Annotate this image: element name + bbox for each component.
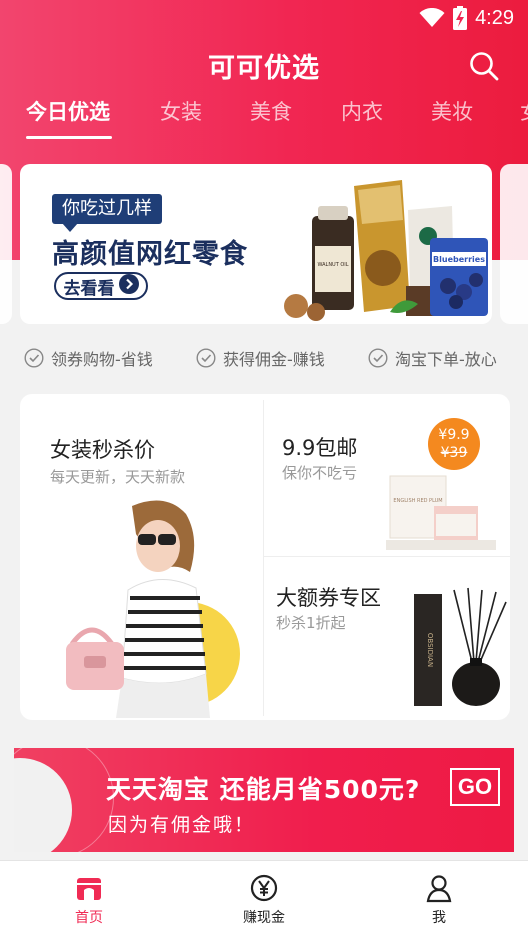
diffuser-label: OBSIDIAN (426, 633, 434, 667)
title-bar: 可可优选 (0, 40, 528, 92)
tab-food[interactable]: 美食 (250, 96, 292, 126)
search-icon[interactable] (468, 50, 500, 82)
benefit-save: 领券购物-省钱 (24, 346, 153, 370)
banner-view-button[interactable]: 去看看 (54, 272, 148, 300)
candle-label: ENGLISH RED PLUM (393, 498, 442, 504)
go-button[interactable]: GO (450, 768, 500, 806)
app-screen: 4:29 可可优选 今日优选 女装 美食 内衣 美妆 女 你吃过几样 高颜值网红… (0, 0, 528, 940)
benefit-trust-label: 淘宝下单-放心 (395, 350, 497, 369)
yen-coin-icon (249, 873, 279, 903)
nav-home-label: 首页 (75, 910, 103, 926)
banner-headline: 高颜值网红零食 (52, 239, 248, 270)
home-shop-icon (74, 873, 104, 903)
person-icon (424, 873, 454, 903)
free-shipping-section[interactable]: 9.9包邮 保你不吃亏 ¥9.9 ¥39 ENGLISH RED PLUM (264, 394, 510, 556)
chevron-right-icon (118, 274, 139, 298)
tab-underwear[interactable]: 内衣 (341, 96, 383, 126)
category-tabs: 今日优选 女装 美食 内衣 美妆 女 (0, 94, 528, 144)
flash-sale-section[interactable]: 女装秒杀价 每天更新，天天新款 (20, 394, 263, 720)
benefit-earn-label: 获得佣金-赚钱 (223, 350, 325, 369)
check-circle-icon (368, 348, 388, 368)
free-shipping-subtitle: 保你不吃亏 (282, 464, 358, 482)
wifi-icon (419, 8, 445, 28)
big-coupon-section[interactable]: 大额券专区 秒杀1折起 OBSIDIAN (264, 557, 510, 720)
nav-earn-cash-label: 赚现金 (243, 910, 285, 926)
bottom-nav: 首页 赚现金 我 (0, 860, 528, 940)
big-coupon-title: 大额券专区 (276, 586, 381, 610)
carousel-prev-slide[interactable] (0, 164, 12, 324)
commission-subline: 因为有佣金哦！ (108, 814, 256, 836)
battery-charging-icon (453, 6, 468, 30)
nav-me[interactable]: 我 (394, 873, 484, 927)
commission-headline: 天天淘宝 还能月省500元? (106, 775, 421, 804)
candle-product-image: ENGLISH RED PLUM (386, 472, 502, 552)
tab-today-picks[interactable]: 今日优选 (26, 96, 110, 126)
benefits-row: 领券购物-省钱 获得佣金-赚钱 淘宝下单-放心 (0, 344, 528, 374)
banner-tag: 你吃过几样 (52, 194, 162, 232)
app-title: 可可优选 (208, 53, 320, 84)
diffuser-product-image: OBSIDIAN (410, 586, 510, 710)
snack-products-image: WALNUT OIL Blueberries (282, 176, 492, 322)
price-badge: ¥9.9 ¥39 (428, 418, 480, 470)
active-tab-indicator (26, 136, 112, 139)
price-new: ¥9.9 (438, 427, 470, 443)
promo-card: 女装秒杀价 每天更新，天天新款 9.9包邮 保你不吃亏 ¥9.9 ¥39 ENG… (20, 394, 510, 720)
check-circle-icon (24, 348, 44, 368)
benefit-earn: 获得佣金-赚钱 (196, 346, 325, 370)
big-coupon-subtitle: 秒杀1折起 (276, 614, 346, 632)
flash-sale-title: 女装秒杀价 (50, 438, 155, 462)
benefit-save-label: 领券购物-省钱 (51, 350, 153, 369)
tab-next-partial[interactable]: 女 (520, 96, 528, 126)
snack-banner[interactable]: 你吃过几样 高颜值网红零食 去看看 WALNUT OIL Blueberries (20, 164, 492, 324)
nav-me-label: 我 (432, 910, 446, 926)
fashion-model-image (40, 494, 262, 718)
price-old: ¥39 (440, 445, 468, 461)
nav-home[interactable]: 首页 (44, 873, 134, 927)
benefit-trust: 淘宝下单-放心 (368, 346, 497, 370)
walnut-oil-label: WALNUT OIL (317, 262, 348, 268)
free-shipping-title: 9.9包邮 (282, 436, 358, 460)
tab-makeup[interactable]: 美妆 (431, 96, 473, 126)
nav-earn-cash[interactable]: 赚现金 (219, 873, 309, 927)
check-circle-icon (196, 348, 216, 368)
commission-banner[interactable]: 天天淘宝 还能月省500元? 因为有佣金哦！ GO (14, 748, 514, 852)
banner-view-label: 去看看 (63, 278, 115, 299)
status-time: 4:29 (475, 6, 514, 29)
carousel-next-slide[interactable] (500, 164, 528, 324)
flash-sale-subtitle: 每天更新，天天新款 (50, 468, 186, 486)
status-bar: 4:29 (0, 0, 528, 36)
blueberries-label: Blueberries (433, 255, 485, 264)
tab-womens-clothing[interactable]: 女装 (160, 96, 202, 126)
status-icons: 4:29 (419, 6, 514, 30)
